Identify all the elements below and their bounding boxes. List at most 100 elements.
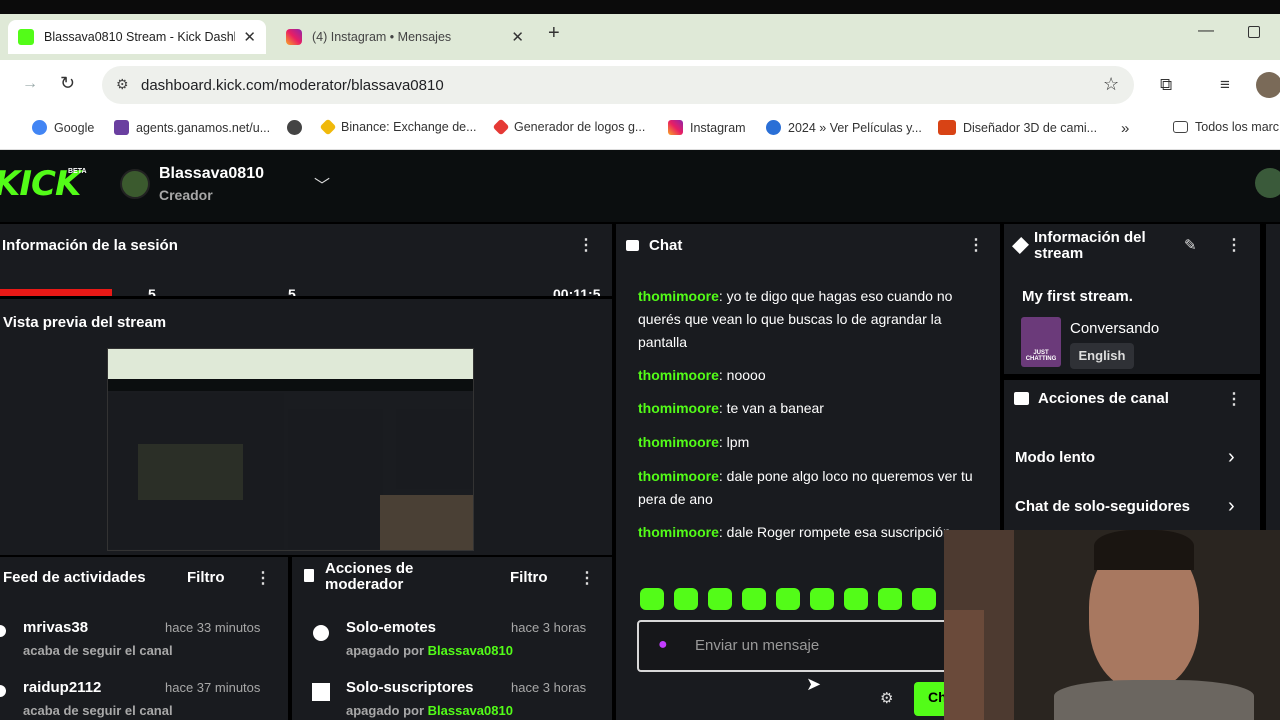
preview-header xyxy=(108,379,473,391)
tab-kick[interactable]: Blassava0810 Stream - Kick Dashb ✕ xyxy=(8,20,266,54)
followers-only-label[interactable]: Chat de solo-seguidores xyxy=(1015,498,1190,515)
stream-info-menu-icon[interactable]: ⋮ xyxy=(1226,235,1242,255)
logo-generator-icon xyxy=(492,118,510,136)
chat-text: lpm xyxy=(726,434,750,450)
language-badge: English xyxy=(1070,343,1134,369)
bookmark-disenador[interactable]: Diseñador 3D de cami... xyxy=(938,120,1097,135)
forward-icon[interactable]: → xyxy=(22,75,38,93)
category-name[interactable]: Conversando xyxy=(1070,320,1159,337)
chat-username[interactable]: thomimoore xyxy=(638,367,719,383)
category-thumbnail[interactable]: JUST CHATTING xyxy=(1021,317,1061,367)
bookmark-instagram[interactable]: Instagram xyxy=(668,120,746,135)
binance-icon xyxy=(319,118,337,136)
preview-nested-video xyxy=(138,444,243,500)
close-tab-icon[interactable]: ✕ xyxy=(511,28,524,46)
bookmark-globe[interactable] xyxy=(287,120,302,135)
chat-message[interactable]: thomimoore: te van a banear xyxy=(638,397,978,420)
feed-time: hace 33 minutos xyxy=(165,620,261,635)
mod-action: Solo-suscriptores xyxy=(346,679,474,696)
chat-message[interactable]: thomimoore: lpm xyxy=(638,431,978,454)
moderator-actions-panel: Acciones de moderador Filtro ⋮ Solo-emot… xyxy=(292,557,612,720)
follow-icon xyxy=(0,685,6,697)
emote-icon[interactable] xyxy=(878,588,902,610)
folder-icon xyxy=(1173,121,1188,133)
chevron-right-icon[interactable]: › xyxy=(1228,446,1235,469)
chat-placeholder[interactable]: Enviar un mensaje xyxy=(695,637,819,654)
gear-icon[interactable]: ⚙ xyxy=(880,689,893,707)
tab-instagram[interactable]: (4) Instagram • Mensajes ✕ xyxy=(276,20,534,54)
bookmark-label: » xyxy=(1121,120,1130,137)
chat-menu-icon[interactable]: ⋮ xyxy=(968,235,984,255)
slow-mode-label[interactable]: Modo lento xyxy=(1015,449,1095,466)
moderator-menu-icon[interactable]: ⋮ xyxy=(579,568,595,588)
chat-message[interactable]: thomimoore: noooo xyxy=(638,364,978,387)
chevron-right-icon[interactable]: › xyxy=(1228,495,1235,518)
new-tab-icon[interactable]: + xyxy=(548,22,560,45)
emote-icon[interactable] xyxy=(674,588,698,610)
channel-actions-menu-icon[interactable]: ⋮ xyxy=(1226,389,1242,409)
maximize-icon[interactable] xyxy=(1248,26,1260,38)
bookmark-label: Todos los marc xyxy=(1195,120,1280,134)
emote-icon[interactable] xyxy=(640,588,664,610)
chat-username[interactable]: thomimoore xyxy=(638,468,719,484)
chat-username[interactable]: thomimoore xyxy=(638,434,719,450)
chat-message[interactable]: thomimoore: dale pone algo loco no quere… xyxy=(638,465,978,511)
bookmark-label: Generador de logos g... xyxy=(514,120,646,134)
instagram-favicon-icon xyxy=(286,29,302,45)
bookmark-peliculas[interactable]: 2024 » Ver Películas y... xyxy=(766,120,922,135)
google-icon xyxy=(32,120,47,135)
url-text[interactable]: dashboard.kick.com/moderator/blassava081… xyxy=(141,77,444,94)
chevron-down-icon[interactable]: ﹀ xyxy=(314,172,330,196)
emote-icon[interactable] xyxy=(742,588,766,610)
more-bookmarks-icon[interactable]: » xyxy=(1121,120,1129,137)
user-avatar[interactable] xyxy=(1255,168,1280,198)
instagram-icon xyxy=(668,120,683,135)
close-tab-icon[interactable]: ✕ xyxy=(243,28,256,46)
session-menu-icon[interactable]: ⋮ xyxy=(578,235,594,255)
minimize-icon[interactable]: — xyxy=(1198,22,1214,40)
edit-icon[interactable]: ✎ xyxy=(1184,236,1197,254)
emote-icon[interactable] xyxy=(844,588,868,610)
chat-username[interactable]: thomimoore xyxy=(638,288,719,304)
chat-username[interactable]: thomimoore xyxy=(638,400,719,416)
microphone-icon[interactable]: ● xyxy=(658,636,668,654)
media-control-icon[interactable]: ≡ xyxy=(1220,75,1230,95)
mod-by-user[interactable]: Blassava0810 xyxy=(428,703,513,718)
feed-user[interactable]: mrivas38 xyxy=(23,619,88,636)
feed-user[interactable]: raidup2112 xyxy=(23,679,101,696)
bookmark-logos[interactable]: Generador de logos g... xyxy=(492,118,646,136)
feed-menu-icon[interactable]: ⋮ xyxy=(255,568,271,588)
channel-name[interactable]: Blassava0810 xyxy=(159,165,264,183)
bookmark-google[interactable]: Google xyxy=(32,120,94,135)
emote-icon[interactable] xyxy=(810,588,834,610)
feed-filter-button[interactable]: Filtro xyxy=(187,569,225,586)
bookmark-label: Diseñador 3D de cami... xyxy=(963,120,1098,135)
session-duration: 00:11:5 xyxy=(553,286,601,296)
profile-avatar[interactable] xyxy=(1256,72,1280,98)
mod-by-label: apagado por xyxy=(346,703,425,718)
wrench-icon xyxy=(1012,237,1029,254)
emote-icon xyxy=(313,625,329,641)
chat-username[interactable]: thomimoore xyxy=(638,524,719,540)
emote-icon[interactable] xyxy=(708,588,732,610)
chat-message[interactable]: thomimoore: yo te digo que hagas eso cua… xyxy=(638,285,978,354)
bookmark-star-icon[interactable]: ☆ xyxy=(1103,74,1119,95)
tab-bar: Blassava0810 Stream - Kick Dashb ✕ (4) I… xyxy=(0,14,1280,60)
site-info-icon[interactable]: ⚙ xyxy=(116,76,129,93)
channel-avatar[interactable] xyxy=(120,169,150,199)
bookmark-agents[interactable]: agents.ganamos.net/u... xyxy=(114,120,270,135)
agents-icon xyxy=(114,120,129,135)
emote-icon[interactable] xyxy=(776,588,800,610)
extensions-icon[interactable]: ⧉ xyxy=(1160,75,1172,95)
webcam-hair xyxy=(1094,530,1194,570)
bookmark-all[interactable]: Todos los marc xyxy=(1173,120,1279,134)
moderator-filter-button[interactable]: Filtro xyxy=(510,569,548,586)
mod-action: Solo-emotes xyxy=(346,619,437,636)
activity-feed-panel: Feed de actividades Filtro ⋮ mrivas38 ha… xyxy=(0,557,288,720)
chat-message[interactable]: thomimoore: dale Roger rompete esa suscr… xyxy=(638,521,978,544)
reload-icon[interactable]: ↻ xyxy=(60,73,75,94)
bookmark-binance[interactable]: Binance: Exchange de... xyxy=(319,118,477,136)
stream-preview-video[interactable] xyxy=(107,348,474,551)
emote-icon[interactable] xyxy=(912,588,936,610)
mod-by-user[interactable]: Blassava0810 xyxy=(428,643,513,658)
